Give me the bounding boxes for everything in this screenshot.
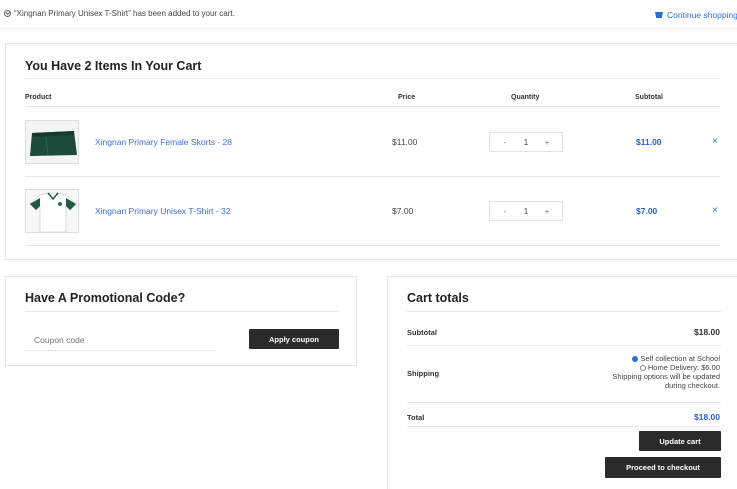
qty-minus-button[interactable]: - (498, 207, 512, 216)
total-value: $18.00 (694, 412, 720, 422)
subtotal-value: $18.00 (694, 327, 720, 337)
radio-icon[interactable] (639, 365, 646, 372)
tshirt-image (26, 190, 78, 232)
continue-shopping-link[interactable]: Continue shopping (655, 10, 737, 20)
quantity-stepper-tshirt: - 1 + (489, 201, 563, 221)
totals-divider (407, 311, 721, 312)
remove-item-button[interactable]: × (712, 136, 718, 147)
top-divider (0, 28, 737, 29)
apply-coupon-button[interactable]: Apply coupon (249, 329, 339, 349)
shipping-options: Self collection at School Home Delivery:… (612, 354, 720, 390)
promo-divider (25, 311, 339, 312)
cart-icon (655, 12, 663, 18)
skorts-image (26, 121, 78, 163)
header-divider (25, 106, 720, 107)
column-header-price: Price (398, 94, 416, 101)
proceed-to-checkout-button[interactable]: Proceed to checkout (605, 457, 721, 478)
continue-shopping-label: Continue shopping (667, 10, 737, 20)
cart-panel: You Have 2 Items In Your Cart Product Pr… (5, 43, 737, 260)
promo-code-panel: Have A Promotional Code? Apply coupon (5, 276, 357, 366)
radio-selected-icon[interactable] (632, 356, 639, 363)
shipping-option-home-delivery[interactable]: Home Delivery: $6.00 (612, 363, 720, 372)
product-link-skorts[interactable]: Xingnan Primary Female Skorts - 28 (95, 137, 232, 147)
subtotal-skorts: $11.00 (636, 137, 662, 147)
qty-minus-button[interactable]: - (498, 138, 512, 147)
qty-input[interactable]: 1 (517, 207, 535, 216)
qty-plus-button[interactable]: + (540, 207, 554, 216)
cart-totals-title: Cart totals (407, 291, 469, 305)
qty-plus-button[interactable]: + (540, 138, 554, 147)
promo-title: Have A Promotional Code? (25, 291, 186, 305)
totals-row-divider (407, 426, 721, 427)
price-tshirt: $7.00 (392, 206, 414, 216)
totals-row-divider (407, 345, 721, 346)
cart-added-notice: “Xingnan Primary Unisex T-Shirt” has bee… (4, 9, 235, 18)
update-cart-button[interactable]: Update cart (639, 431, 721, 451)
cart-title: You Have 2 Items In Your Cart (25, 59, 202, 73)
title-divider (25, 78, 720, 79)
qty-input[interactable]: 1 (517, 138, 535, 147)
product-link-tshirt[interactable]: Xingnan Primary Unisex T-Shirt - 32 (95, 206, 230, 216)
cart-totals-panel: Cart totals Subtotal $18.00 Shipping Sel… (387, 276, 737, 489)
column-header-product: Product (25, 94, 52, 101)
column-header-quantity: Quantity (511, 94, 540, 101)
coupon-code-input[interactable] (25, 329, 215, 351)
row-divider (25, 245, 720, 246)
check-circle-icon (4, 10, 11, 17)
product-thumbnail-skorts[interactable] (25, 120, 79, 164)
row-divider (25, 176, 720, 177)
shipping-note: during checkout. (664, 381, 720, 390)
remove-item-button[interactable]: × (712, 205, 718, 216)
subtotal-label: Subtotal (407, 328, 437, 337)
notice-text: “Xingnan Primary Unisex T-Shirt” has bee… (14, 9, 235, 18)
shipping-note: Shipping options will be updated (612, 372, 720, 381)
quantity-stepper-skorts: - 1 + (489, 132, 563, 152)
shipping-label: Shipping (407, 369, 440, 378)
subtotal-tshirt: $7.00 (636, 206, 658, 216)
shipping-option-self-collection[interactable]: Self collection at School (612, 354, 720, 363)
product-thumbnail-tshirt[interactable] (25, 189, 79, 233)
totals-row-divider (407, 402, 721, 403)
total-label: Total (407, 413, 425, 422)
price-skorts: $11.00 (392, 137, 418, 147)
column-header-subtotal: Subtotal (635, 94, 663, 101)
